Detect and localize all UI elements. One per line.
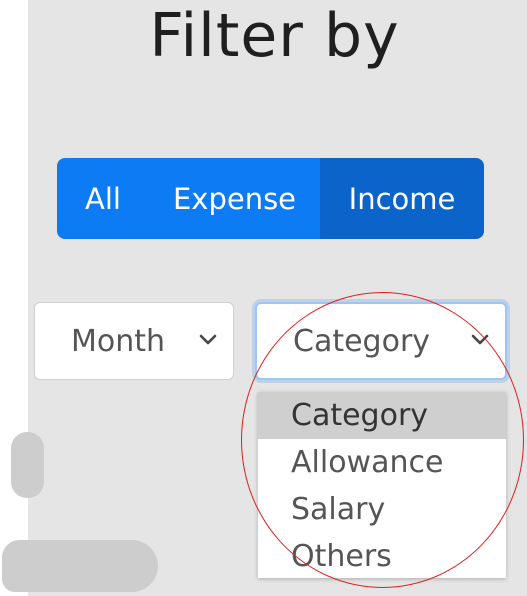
- category-option-allowance[interactable]: Allowance: [258, 439, 506, 486]
- category-option-others[interactable]: Others: [258, 533, 506, 580]
- chevron-down-icon: [199, 334, 217, 345]
- filter-expense-button[interactable]: Expense: [149, 158, 320, 239]
- redacted-blob: [2, 540, 158, 592]
- filter-income-button[interactable]: Income: [320, 158, 484, 239]
- chevron-down-icon: [471, 334, 489, 345]
- category-select-value: Category: [293, 323, 431, 359]
- category-option-salary[interactable]: Salary: [258, 486, 506, 533]
- category-dropdown-list: Category Allowance Salary Others: [258, 392, 506, 578]
- category-select[interactable]: Category: [255, 302, 507, 380]
- category-option-category[interactable]: Category: [258, 392, 506, 439]
- type-filter-group: All Expense Income: [57, 158, 484, 239]
- page-title: Filter by: [149, 1, 400, 71]
- month-select[interactable]: Month: [34, 302, 234, 380]
- filter-all-button[interactable]: All: [57, 158, 149, 239]
- left-margin: [0, 0, 28, 596]
- redacted-blob: [11, 432, 44, 498]
- month-select-value: Month: [71, 323, 166, 359]
